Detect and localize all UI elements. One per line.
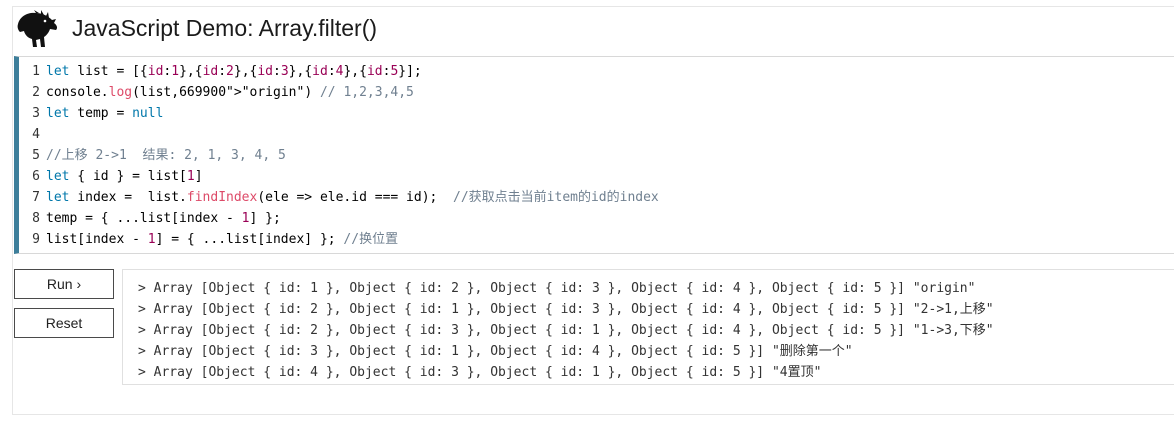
console-line: > Array [Object { id: 2 }, Object { id: … bbox=[138, 323, 994, 338]
header: JavaScript Demo: Array.filter() bbox=[12, 6, 1174, 50]
dinosaur-logo-icon bbox=[17, 10, 58, 48]
code-text: let list = [{id:1},{id:2},{id:3},{id:4},… bbox=[46, 64, 422, 79]
code-lines: 1 let list = [{id:1},{id:2},{id:3},{id:4}… bbox=[19, 61, 659, 250]
code-line: 4 bbox=[19, 124, 659, 145]
line-number: 6 bbox=[32, 169, 40, 184]
code-line: 7 let index = list.findIndex(ele => ele.i… bbox=[19, 187, 659, 208]
line-number: 1 bbox=[32, 64, 40, 79]
code-editor[interactable]: 1 let list = [{id:1},{id:2},{id:3},{id:4}… bbox=[14, 56, 1174, 254]
code-line: 2 console.log(list,669900">"origin") // 1… bbox=[19, 82, 659, 103]
line-number: 7 bbox=[32, 190, 40, 205]
code-line: 5 //上移 2->1 结果: 2, 1, 3, 4, 5 bbox=[19, 145, 659, 166]
code-text: let { id } = list[1] bbox=[46, 169, 203, 184]
code-text: temp = { ...list[index - 1] }; bbox=[46, 211, 281, 226]
console-line: > Array [Object { id: 1 }, Object { id: … bbox=[138, 281, 976, 296]
reset-button[interactable]: Reset bbox=[14, 308, 114, 338]
line-number: 3 bbox=[32, 106, 40, 121]
line-number: 4 bbox=[32, 127, 40, 142]
code-text: let index = list.findIndex(ele => ele.id… bbox=[46, 190, 659, 205]
line-number: 5 bbox=[32, 148, 40, 163]
console-line: > Array [Object { id: 3 }, Object { id: … bbox=[138, 344, 853, 359]
code-text: let temp = null bbox=[46, 106, 164, 121]
code-line: 9 list[index - 1] = { ...list[index] }; /… bbox=[19, 229, 659, 250]
code-text: //上移 2->1 结果: 2, 1, 3, 4, 5 bbox=[46, 148, 286, 163]
code-line: 3 let temp = null bbox=[19, 103, 659, 124]
code-line: 1 let list = [{id:1},{id:2},{id:3},{id:4}… bbox=[19, 61, 659, 82]
console-output[interactable]: > Array [Object { id: 1 }, Object { id: … bbox=[122, 269, 1174, 385]
code-line: 8 temp = { ...list[index - 1] }; bbox=[19, 208, 659, 229]
run-button[interactable]: Run › bbox=[14, 269, 114, 299]
line-number: 8 bbox=[32, 211, 40, 226]
code-text: console.log(list,669900">"origin") // 1,… bbox=[46, 85, 414, 100]
code-text: list[index - 1] = { ...list[index] }; //… bbox=[46, 232, 399, 247]
line-number: 2 bbox=[32, 85, 40, 100]
console-lines: > Array [Object { id: 1 }, Object { id: … bbox=[138, 278, 994, 383]
console-line: > Array [Object { id: 4 }, Object { id: … bbox=[138, 365, 822, 380]
console-line: > Array [Object { id: 2 }, Object { id: … bbox=[138, 302, 994, 317]
page-title: JavaScript Demo: Array.filter() bbox=[72, 15, 378, 41]
line-number: 9 bbox=[32, 232, 40, 247]
code-line: 6 let { id } = list[1] bbox=[19, 166, 659, 187]
